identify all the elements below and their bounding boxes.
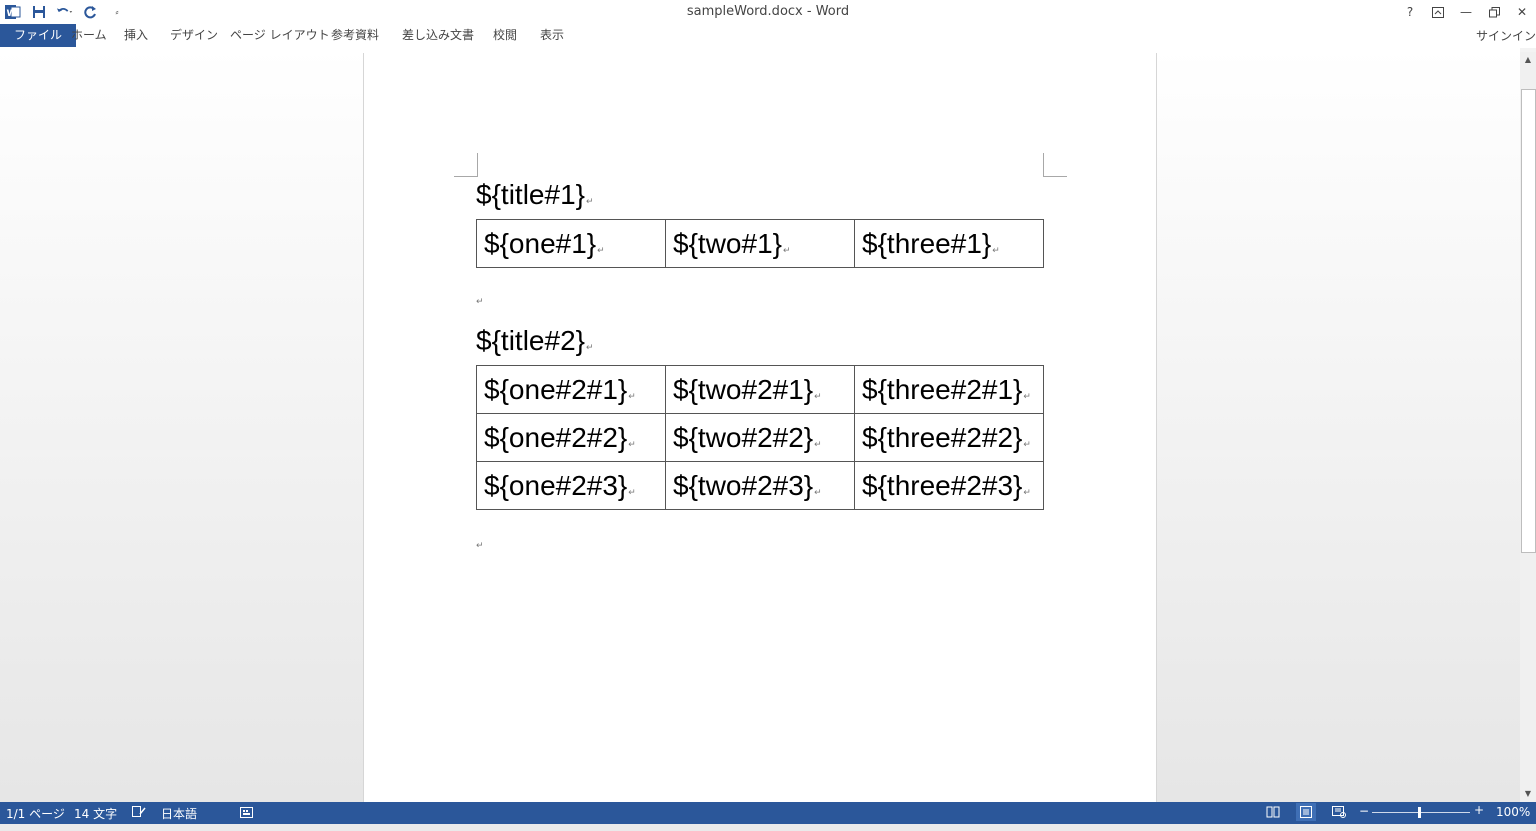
cell-text: ${one#1} xyxy=(484,227,597,259)
tab-references[interactable]: 参考資料 xyxy=(331,24,379,47)
table-row: ${one#2#2}↵ ${two#2#2}↵ ${three#2#2}↵ xyxy=(476,413,1044,462)
zoom-slider-track[interactable] xyxy=(1372,812,1470,813)
language[interactable]: 日本語 xyxy=(161,805,197,822)
document-area: ${title#1}↵ ${one#1}↵ ${two#1}↵ ${three#… xyxy=(0,48,1520,813)
cell-text: ${three#2#2} xyxy=(862,421,1023,453)
cell-mark: ↵ xyxy=(814,438,822,449)
doc-title-2-text: ${title#2} xyxy=(476,325,585,356)
title-bar: W ⸗ sampleWord.docx - Word ? — ✕ xyxy=(0,0,1536,24)
proofing-icon[interactable] xyxy=(132,806,146,821)
minimize-icon[interactable]: — xyxy=(1458,4,1474,20)
tab-home[interactable]: ホーム xyxy=(71,24,107,47)
tab-file[interactable]: ファイル xyxy=(0,24,77,47)
cell-text: ${one#2#1} xyxy=(484,373,628,405)
page-count[interactable]: 1/1 ページ xyxy=(6,805,65,822)
table-cell[interactable]: ${one#2#2}↵ xyxy=(476,413,666,462)
table-row: ${one#2#1}↵ ${two#2#1}↵ ${three#2#1}↵ xyxy=(476,365,1044,414)
taskbar-strip xyxy=(0,824,1536,831)
crop-mark-top-right xyxy=(1043,153,1067,177)
cell-mark: ↵ xyxy=(628,390,636,401)
cell-text: ${one#2#2} xyxy=(484,421,628,453)
cell-mark: ↵ xyxy=(814,390,822,401)
cell-text: ${one#2#3} xyxy=(484,469,628,501)
cell-text: ${two#2#2} xyxy=(673,421,814,453)
cell-text: ${three#1} xyxy=(862,227,992,259)
cell-mark: ↵ xyxy=(597,244,605,255)
table-cell[interactable]: ${two#2#1}↵ xyxy=(665,365,855,414)
cell-mark: ↵ xyxy=(1023,486,1031,497)
table-cell[interactable]: ${one#1}↵ xyxy=(476,219,666,268)
tab-view[interactable]: 表示 xyxy=(540,24,564,47)
vertical-scrollbar[interactable]: ▲ ▼ xyxy=(1520,52,1536,802)
doc-title-1[interactable]: ${title#1}↵ xyxy=(476,179,594,211)
sign-in-link[interactable]: サインイン xyxy=(1476,27,1536,44)
table-1[interactable]: ${one#1}↵ ${two#1}↵ ${three#1}↵ xyxy=(476,219,1044,268)
paragraph-mark: ↵ xyxy=(586,196,594,206)
crop-mark-top-left xyxy=(454,153,478,177)
zoom-level[interactable]: 100% xyxy=(1496,805,1530,819)
zoom-in-button[interactable]: + xyxy=(1474,803,1484,817)
cell-text: ${two#1} xyxy=(673,227,782,259)
zoom-out-button[interactable]: − xyxy=(1359,804,1369,818)
table-row: ${one#2#3}↵ ${two#2#3}↵ ${three#2#3}↵ xyxy=(476,461,1044,510)
read-mode-icon[interactable] xyxy=(1266,806,1280,821)
word-count[interactable]: 14 文字 xyxy=(74,805,117,822)
paragraph-mark: ↵ xyxy=(586,342,594,352)
zoom-slider-thumb[interactable] xyxy=(1418,807,1421,818)
table-row: ${one#1}↵ ${two#1}↵ ${three#1}↵ xyxy=(476,219,1044,268)
cell-mark: ↵ xyxy=(992,244,1000,255)
tab-review[interactable]: 校閲 xyxy=(493,24,517,47)
table-cell[interactable]: ${one#2#3}↵ xyxy=(476,461,666,510)
table-cell[interactable]: ${three#1}↵ xyxy=(854,219,1044,268)
status-bar: 1/1 ページ 14 文字 日本語 − + 100% xyxy=(0,802,1536,824)
table-cell[interactable]: ${two#2#3}↵ xyxy=(665,461,855,510)
cell-text: ${two#2#3} xyxy=(673,469,814,501)
scroll-thumb[interactable] xyxy=(1521,89,1536,553)
document-page[interactable]: ${title#1}↵ ${one#1}↵ ${two#1}↵ ${three#… xyxy=(363,53,1157,813)
table-2[interactable]: ${one#2#1}↵ ${two#2#1}↵ ${three#2#1}↵ ${… xyxy=(476,365,1044,510)
cell-mark: ↵ xyxy=(1023,438,1031,449)
window-controls: ? — ✕ xyxy=(1402,2,1530,22)
cell-text: ${two#2#1} xyxy=(673,373,814,405)
tab-insert[interactable]: 挿入 xyxy=(124,24,148,47)
scroll-down-icon[interactable]: ▼ xyxy=(1520,786,1536,802)
ribbon-display-icon[interactable] xyxy=(1430,4,1446,20)
macro-record-icon[interactable] xyxy=(240,806,253,821)
table-cell[interactable]: ${three#2#3}↵ xyxy=(854,461,1044,510)
empty-paragraph[interactable]: ↵ xyxy=(476,297,484,307)
cell-text: ${three#2#1} xyxy=(862,373,1023,405)
cell-mark: ↵ xyxy=(628,438,636,449)
cell-mark: ↵ xyxy=(783,244,791,255)
tab-mailings[interactable]: 差し込み文書 xyxy=(402,24,474,47)
empty-paragraph[interactable]: ↵ xyxy=(476,541,484,551)
tab-page-layout[interactable]: ページ レイアウト xyxy=(230,24,330,47)
scroll-up-icon[interactable]: ▲ xyxy=(1520,52,1536,68)
restore-icon[interactable] xyxy=(1486,4,1502,20)
print-layout-icon[interactable] xyxy=(1296,803,1316,821)
table-cell[interactable]: ${three#2#1}↵ xyxy=(854,365,1044,414)
cell-mark: ↵ xyxy=(628,486,636,497)
window-title: sampleWord.docx - Word xyxy=(686,4,850,19)
cell-mark: ↵ xyxy=(814,486,822,497)
ribbon-tabs: ファイル ホーム 挿入 デザイン ページ レイアウト 参考資料 差し込み文書 校… xyxy=(0,24,1536,48)
cell-mark: ↵ xyxy=(1023,390,1031,401)
table-cell[interactable]: ${three#2#2}↵ xyxy=(854,413,1044,462)
table-cell[interactable]: ${two#2#2}↵ xyxy=(665,413,855,462)
table-cell[interactable]: ${two#1}↵ xyxy=(665,219,855,268)
cell-text: ${three#2#3} xyxy=(862,469,1023,501)
doc-title-2[interactable]: ${title#2}↵ xyxy=(476,325,594,357)
table-cell[interactable]: ${one#2#1}↵ xyxy=(476,365,666,414)
close-icon[interactable]: ✕ xyxy=(1514,4,1530,20)
doc-title-1-text: ${title#1} xyxy=(476,179,585,210)
web-layout-icon[interactable] xyxy=(1332,806,1346,821)
help-icon[interactable]: ? xyxy=(1402,4,1418,20)
tab-design[interactable]: デザイン xyxy=(170,24,218,47)
